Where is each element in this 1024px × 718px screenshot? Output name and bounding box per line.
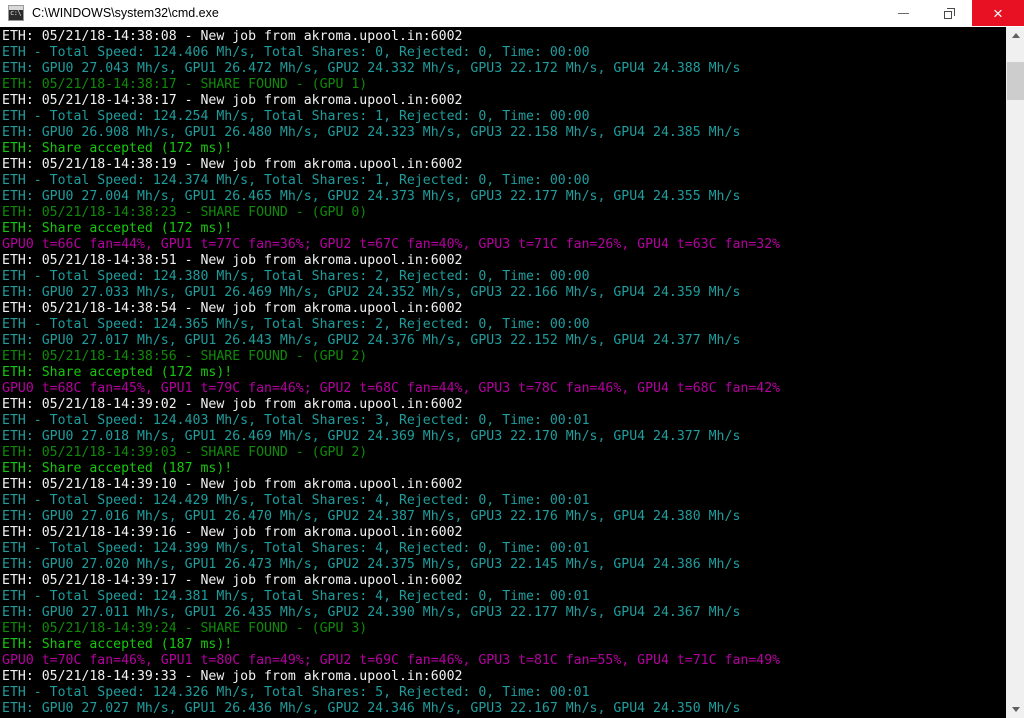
console-line: ETH: 05/21/18-14:39:33 - New job from ak… [2, 669, 463, 684]
console-line: ETH: 05/21/18-14:38:08 - New job from ak… [2, 29, 463, 44]
console-line: ETH: Share accepted (172 ms)! [2, 141, 233, 156]
window-content: ETH: 05/21/18-14:38:08 - New job from ak… [0, 27, 1024, 718]
console-line: ETH: 05/21/18-14:39:17 - New job from ak… [2, 573, 463, 588]
console-line: ETH - Total Speed: 124.254 Mh/s, Total S… [2, 109, 590, 124]
console-line: ETH - Total Speed: 124.326 Mh/s, Total S… [2, 685, 590, 700]
console-line: ETH: GPU0 27.027 Mh/s, GPU1 26.436 Mh/s,… [2, 701, 741, 716]
console-line: ETH - Total Speed: 124.374 Mh/s, Total S… [2, 173, 590, 188]
console-line: GPU0 t=68C fan=45%, GPU1 t=79C fan=46%; … [2, 381, 781, 396]
console-line-list: ETH: 05/21/18-14:38:08 - New job from ak… [0, 27, 1006, 717]
close-button[interactable]: × [972, 0, 1024, 26]
console-line: ETH: Share accepted (172 ms)! [2, 221, 233, 236]
chevron-up-icon [1011, 33, 1020, 38]
console-line: ETH: 05/21/18-14:39:03 - SHARE FOUND - (… [2, 445, 368, 460]
title-bar[interactable]: C:\WINDOWS\system32\cmd.exe × [0, 0, 1024, 27]
console-output[interactable]: ETH: 05/21/18-14:38:08 - New job from ak… [0, 27, 1006, 718]
console-line: ETH: 05/21/18-14:38:19 - New job from ak… [2, 157, 463, 172]
console-line: ETH: 05/21/18-14:38:56 - SHARE FOUND - (… [2, 349, 368, 364]
console-line: ETH: Share accepted (172 ms)! [2, 365, 233, 380]
window-title: C:\WINDOWS\system32\cmd.exe [32, 6, 219, 20]
console-line: ETH: GPU0 27.017 Mh/s, GPU1 26.443 Mh/s,… [2, 333, 741, 348]
console-line: ETH: 05/21/18-14:39:24 - SHARE FOUND - (… [2, 621, 368, 636]
console-line: ETH: 05/21/18-14:39:10 - New job from ak… [2, 477, 463, 492]
console-line: ETH: GPU0 27.033 Mh/s, GPU1 26.469 Mh/s,… [2, 285, 741, 300]
console-line: ETH - Total Speed: 124.403 Mh/s, Total S… [2, 413, 590, 428]
console-line: ETH - Total Speed: 124.380 Mh/s, Total S… [2, 269, 590, 284]
vertical-scrollbar[interactable] [1006, 27, 1024, 718]
restore-icon [943, 7, 955, 19]
title-bar-left: C:\WINDOWS\system32\cmd.exe [0, 5, 880, 21]
console-line: ETH: 05/21/18-14:38:54 - New job from ak… [2, 301, 463, 316]
scrollbar-track[interactable] [1007, 44, 1024, 701]
console-line: ETH: GPU0 27.018 Mh/s, GPU1 26.469 Mh/s,… [2, 429, 741, 444]
console-line: ETH - Total Speed: 124.406 Mh/s, Total S… [2, 45, 590, 60]
console-line: ETH: GPU0 26.908 Mh/s, GPU1 26.480 Mh/s,… [2, 125, 741, 140]
console-line: GPU0 t=66C fan=44%, GPU1 t=77C fan=36%; … [2, 237, 781, 252]
scrollbar-down-button[interactable] [1007, 701, 1024, 718]
console-line: ETH: 05/21/18-14:38:17 - SHARE FOUND - (… [2, 77, 368, 92]
console-line: ETH: GPU0 27.016 Mh/s, GPU1 26.470 Mh/s,… [2, 509, 741, 524]
minimize-icon [897, 12, 909, 14]
cmd-window: C:\WINDOWS\system32\cmd.exe × ETH: 05/21… [0, 0, 1024, 718]
console-line: ETH: GPU0 27.011 Mh/s, GPU1 26.435 Mh/s,… [2, 605, 741, 620]
restore-button[interactable] [926, 0, 972, 26]
console-line: ETH - Total Speed: 124.365 Mh/s, Total S… [2, 317, 590, 332]
scrollbar-up-button[interactable] [1007, 27, 1024, 44]
scrollbar-thumb[interactable] [1007, 62, 1024, 100]
console-line: ETH: 05/21/18-14:38:23 - SHARE FOUND - (… [2, 205, 368, 220]
console-line: ETH - Total Speed: 124.399 Mh/s, Total S… [2, 541, 590, 556]
console-line: ETH - Total Speed: 124.381 Mh/s, Total S… [2, 589, 590, 604]
console-line: ETH: Share accepted (187 ms)! [2, 461, 233, 476]
window-controls: × [880, 0, 1024, 26]
minimize-button[interactable] [880, 0, 926, 26]
console-line: ETH: 05/21/18-14:38:17 - New job from ak… [2, 93, 463, 108]
console-line: ETH - Total Speed: 124.429 Mh/s, Total S… [2, 493, 590, 508]
console-line: ETH: GPU0 27.043 Mh/s, GPU1 26.472 Mh/s,… [2, 61, 741, 76]
console-line: ETH: GPU0 27.004 Mh/s, GPU1 26.465 Mh/s,… [2, 189, 741, 204]
cmd-console-icon [8, 5, 24, 21]
console-line: ETH: GPU0 27.020 Mh/s, GPU1 26.473 Mh/s,… [2, 557, 741, 572]
console-line: ETH: 05/21/18-14:38:51 - New job from ak… [2, 253, 463, 268]
chevron-down-icon [1011, 707, 1020, 712]
close-icon: × [993, 3, 1003, 23]
console-line: ETH: Share accepted (187 ms)! [2, 637, 233, 652]
console-line: GPU0 t=70C fan=46%, GPU1 t=80C fan=49%; … [2, 653, 781, 668]
console-line: ETH: 05/21/18-14:39:16 - New job from ak… [2, 525, 463, 540]
console-line: ETH: 05/21/18-14:39:02 - New job from ak… [2, 397, 463, 412]
